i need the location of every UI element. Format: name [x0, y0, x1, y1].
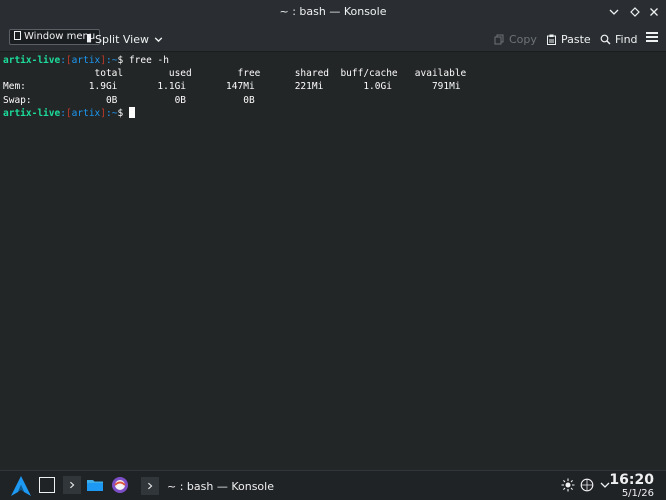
- clock-time: 16:20: [609, 472, 654, 488]
- text-cursor: [128, 106, 135, 118]
- search-icon: [600, 34, 611, 44]
- clock-date: 5/1/26: [621, 488, 654, 499]
- toolbar: Window menu ▮ Split View Copy Paste Find: [0, 24, 666, 52]
- show-desktop-button[interactable]: [39, 477, 55, 493]
- terminal-icon: [141, 477, 159, 495]
- tooltip-label: Window menu: [24, 31, 96, 42]
- output-mem-row: Mem: 1.9Gi 1.1Gi 147Mi 221Mi 1.0Gi 791Mi: [3, 81, 461, 93]
- command-line: artix-live:[artix]:~$ free -h: [3, 55, 169, 66]
- find-button[interactable]: Find: [600, 31, 638, 47]
- find-label: Find: [615, 32, 638, 46]
- terminal-launcher-icon[interactable]: [63, 476, 81, 494]
- current-prompt-line: artix-live:[artix]:~$: [3, 106, 666, 120]
- diamond-icon: [630, 7, 640, 17]
- close-icon: [650, 8, 658, 16]
- chevron-down-icon: [609, 9, 619, 15]
- prompt-user: artix-live: [3, 55, 61, 66]
- hamburger-menu-icon[interactable]: [646, 32, 658, 42]
- split-view-label: Split View: [95, 32, 149, 46]
- terminal-area[interactable]: artix-live:[artix]:~$ free -h total used…: [0, 52, 666, 470]
- output-swap-row: Swap: 0B 0B 0B: [3, 94, 255, 106]
- file-manager-icon[interactable]: [86, 476, 104, 494]
- split-view-button[interactable]: Split View: [95, 31, 164, 47]
- prompt-user: artix-live: [3, 107, 61, 119]
- artix-launcher-icon[interactable]: [10, 475, 32, 497]
- prompt-symbol: $: [117, 55, 124, 66]
- copy-label: Copy: [509, 32, 537, 46]
- command-text: free -h: [128, 55, 169, 66]
- paste-icon: [547, 34, 556, 45]
- paste-button[interactable]: Paste: [546, 31, 591, 47]
- browser-icon[interactable]: [111, 476, 129, 494]
- maximize-button[interactable]: [626, 3, 644, 21]
- task-konsole[interactable]: ~ : bash — Konsole: [141, 473, 401, 499]
- prompt-dir: artix: [71, 55, 101, 66]
- chevron-down-icon: [154, 36, 163, 42]
- window-title: ~ : bash — Konsole: [279, 5, 387, 18]
- prompt-dir: artix: [71, 107, 101, 119]
- prompt-symbol: $: [117, 107, 124, 119]
- taskbar: ~ : bash — Konsole 16:20 5/1/26: [0, 470, 666, 500]
- close-button[interactable]: [645, 3, 663, 21]
- window-icon: [14, 31, 21, 40]
- paste-label: Paste: [561, 32, 591, 46]
- copy-button[interactable]: Copy: [494, 31, 537, 47]
- title-bar[interactable]: ~ : bash — Konsole: [0, 0, 666, 24]
- clock[interactable]: 16:20 5/1/26: [609, 472, 654, 500]
- network-icon[interactable]: [580, 478, 594, 492]
- brightness-icon[interactable]: [561, 478, 575, 492]
- output-header: total used free shared buff/cache availa…: [3, 68, 467, 80]
- minimize-button[interactable]: [605, 3, 623, 21]
- copy-icon: [494, 34, 504, 44]
- task-title: ~ : bash — Konsole: [167, 479, 274, 493]
- new-tab-toggle[interactable]: ▮: [86, 31, 94, 45]
